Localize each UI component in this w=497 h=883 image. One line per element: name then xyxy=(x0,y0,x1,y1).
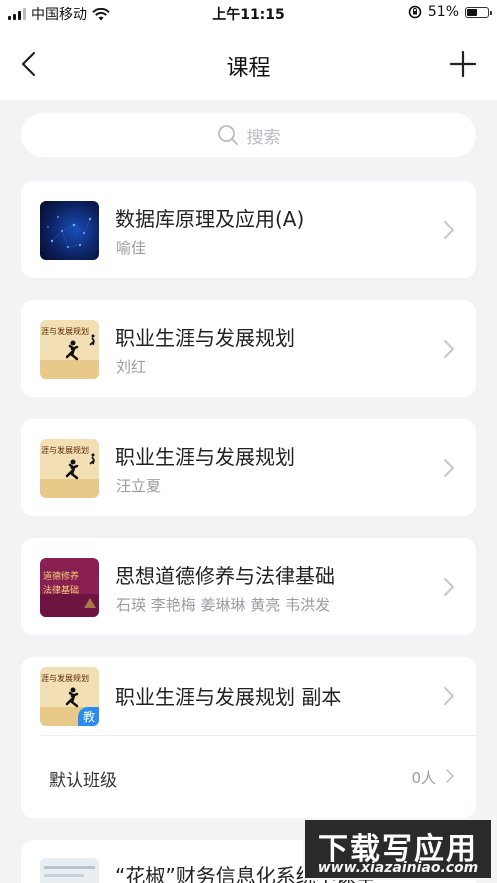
chevron-right-icon xyxy=(444,459,454,477)
course-teacher: 石瑛 李艳梅 姜琳琳 黄亮 韦洪发 xyxy=(116,596,331,614)
cover-text: 涯与发展规划 xyxy=(41,445,89,455)
page-title: 课程 xyxy=(226,56,271,81)
search-icon xyxy=(217,125,238,145)
cover-text-line1: 道德修养 xyxy=(43,570,79,582)
teacher-badge: 教 xyxy=(78,707,99,726)
course-thumbnail-career: 涯与发展规划 xyxy=(40,439,99,498)
course-teacher: 汪立夏 xyxy=(116,477,162,495)
chevron-right-icon xyxy=(444,221,454,239)
course-thumbnail-career: 涯与发展规划 教 xyxy=(40,667,99,726)
course-thumbnail-database xyxy=(40,201,99,260)
watermark: 下载写应用 www.xiazainiao.com xyxy=(303,818,493,880)
course-title: 数据库原理及应用(A) xyxy=(115,207,305,231)
plus-icon[interactable] xyxy=(447,48,479,80)
course-card[interactable]: 涯与发展规划 职业生涯与发展规划 刘红 xyxy=(21,300,476,397)
cover-text: 涯与发展规划 xyxy=(41,673,89,683)
search-placeholder: 搜索 xyxy=(246,127,281,148)
battery-level xyxy=(467,8,478,16)
course-thumbnail-finance xyxy=(40,858,99,883)
rotation-lock-icon xyxy=(408,5,422,19)
search-input[interactable]: 搜索 xyxy=(21,113,476,157)
course-teacher: 刘红 xyxy=(116,358,147,376)
status-right: 51% xyxy=(408,4,492,20)
cover-text-line2: 法律基础 xyxy=(43,584,79,596)
course-card[interactable]: 道德修养 法律基础 思想道德修养与法律基础 石瑛 李艳梅 姜琳琳 黄亮 韦洪发 xyxy=(21,538,476,635)
nav-bar: 课程 xyxy=(0,28,497,100)
class-name: 默认班级 xyxy=(49,771,117,791)
battery-percent: 51% xyxy=(427,4,459,20)
cover-text: 涯与发展规划 xyxy=(41,326,89,336)
course-card[interactable]: 涯与发展规划 职业生涯与发展规划 汪立夏 xyxy=(21,419,476,516)
class-member-count: 0人 xyxy=(411,769,436,787)
chevron-right-icon xyxy=(444,340,454,358)
course-card[interactable]: 涯与发展规划 教 职业生涯与发展规划 副本 默认班级 0人 xyxy=(21,657,476,818)
course-teacher: 喻佳 xyxy=(116,239,147,257)
course-card[interactable]: 数据库原理及应用(A) 喻佳 xyxy=(21,181,476,278)
chevron-right-icon xyxy=(446,769,454,783)
course-thumbnail-career: 涯与发展规划 xyxy=(40,320,99,379)
chevron-right-icon xyxy=(444,578,454,596)
status-bar: 中国移动 上午11:15 51% xyxy=(0,0,497,28)
chevron-right-icon xyxy=(444,687,454,705)
course-title: 职业生涯与发展规划 xyxy=(115,445,295,469)
battery-icon xyxy=(465,6,492,18)
watermark-url: www.xiazainiao.com xyxy=(317,860,479,876)
course-thumbnail-morality: 道德修养 法律基础 xyxy=(40,558,99,617)
class-row[interactable]: 默认班级 0人 xyxy=(21,736,476,818)
course-title: 职业生涯与发展规划 副本 xyxy=(115,685,342,709)
course-title: 思想道德修养与法律基础 xyxy=(115,564,335,588)
course-title: 职业生涯与发展规划 xyxy=(115,326,295,350)
